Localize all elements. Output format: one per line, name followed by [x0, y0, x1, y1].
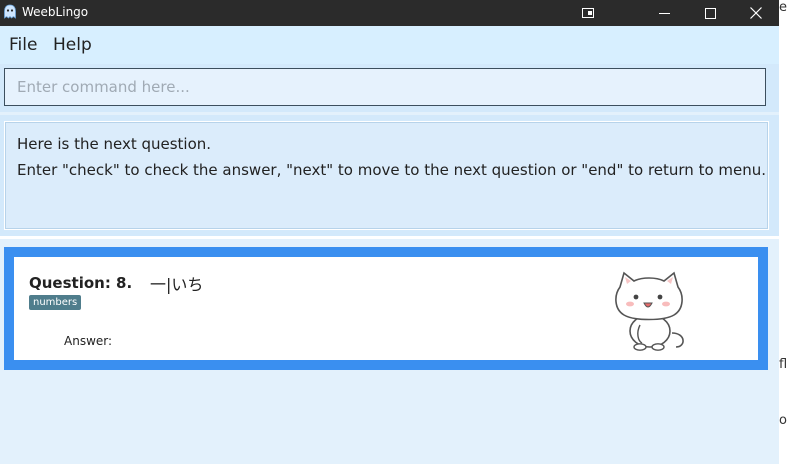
window-title: WeebLingo [22, 5, 89, 19]
result-line-2: Enter "check" to check the answer, "next… [17, 161, 767, 179]
background-text-fragment: fl [779, 357, 788, 372]
flashcard: Question: 8. 一|いち numbers Answer: [4, 247, 768, 370]
flashcard-body: Question: 8. 一|いち numbers Answer: [14, 257, 758, 360]
command-box [0, 64, 779, 112]
answer-label: Answer: [64, 334, 113, 348]
maximize-icon [704, 7, 716, 19]
ghost-app-icon [4, 4, 16, 19]
flashcard-panel: Question: 8. 一|いち numbers Answer: [0, 239, 779, 464]
snap-layout-button[interactable] [565, 0, 611, 26]
minimize-icon [658, 12, 670, 14]
cat-sticker-icon [615, 271, 684, 351]
close-icon [750, 7, 762, 19]
background-text-fragment: or [779, 413, 788, 428]
question-number: Question: 8. [29, 274, 133, 292]
minimize-button[interactable] [641, 0, 687, 26]
result-display: Here is the next question. Enter "check"… [4, 121, 769, 230]
question-text: 一|いち [150, 275, 204, 294]
menu-file[interactable]: File [9, 35, 37, 55]
maximize-button[interactable] [687, 0, 733, 26]
tag-badge: numbers [29, 295, 82, 310]
menu-bar: File Help [0, 26, 779, 64]
menu-help[interactable]: Help [53, 35, 92, 55]
background-text-fragment: e [779, 0, 787, 15]
app-window: WeebLingo File Help Here is the next [0, 0, 779, 464]
command-input[interactable] [4, 68, 766, 106]
close-button[interactable] [733, 0, 779, 26]
background-window-edge [779, 0, 788, 464]
result-line-1: Here is the next question. [17, 135, 212, 153]
snap-layout-icon [582, 8, 594, 18]
title-bar: WeebLingo [0, 0, 779, 26]
result-panel: Here is the next question. Enter "check"… [0, 115, 779, 236]
